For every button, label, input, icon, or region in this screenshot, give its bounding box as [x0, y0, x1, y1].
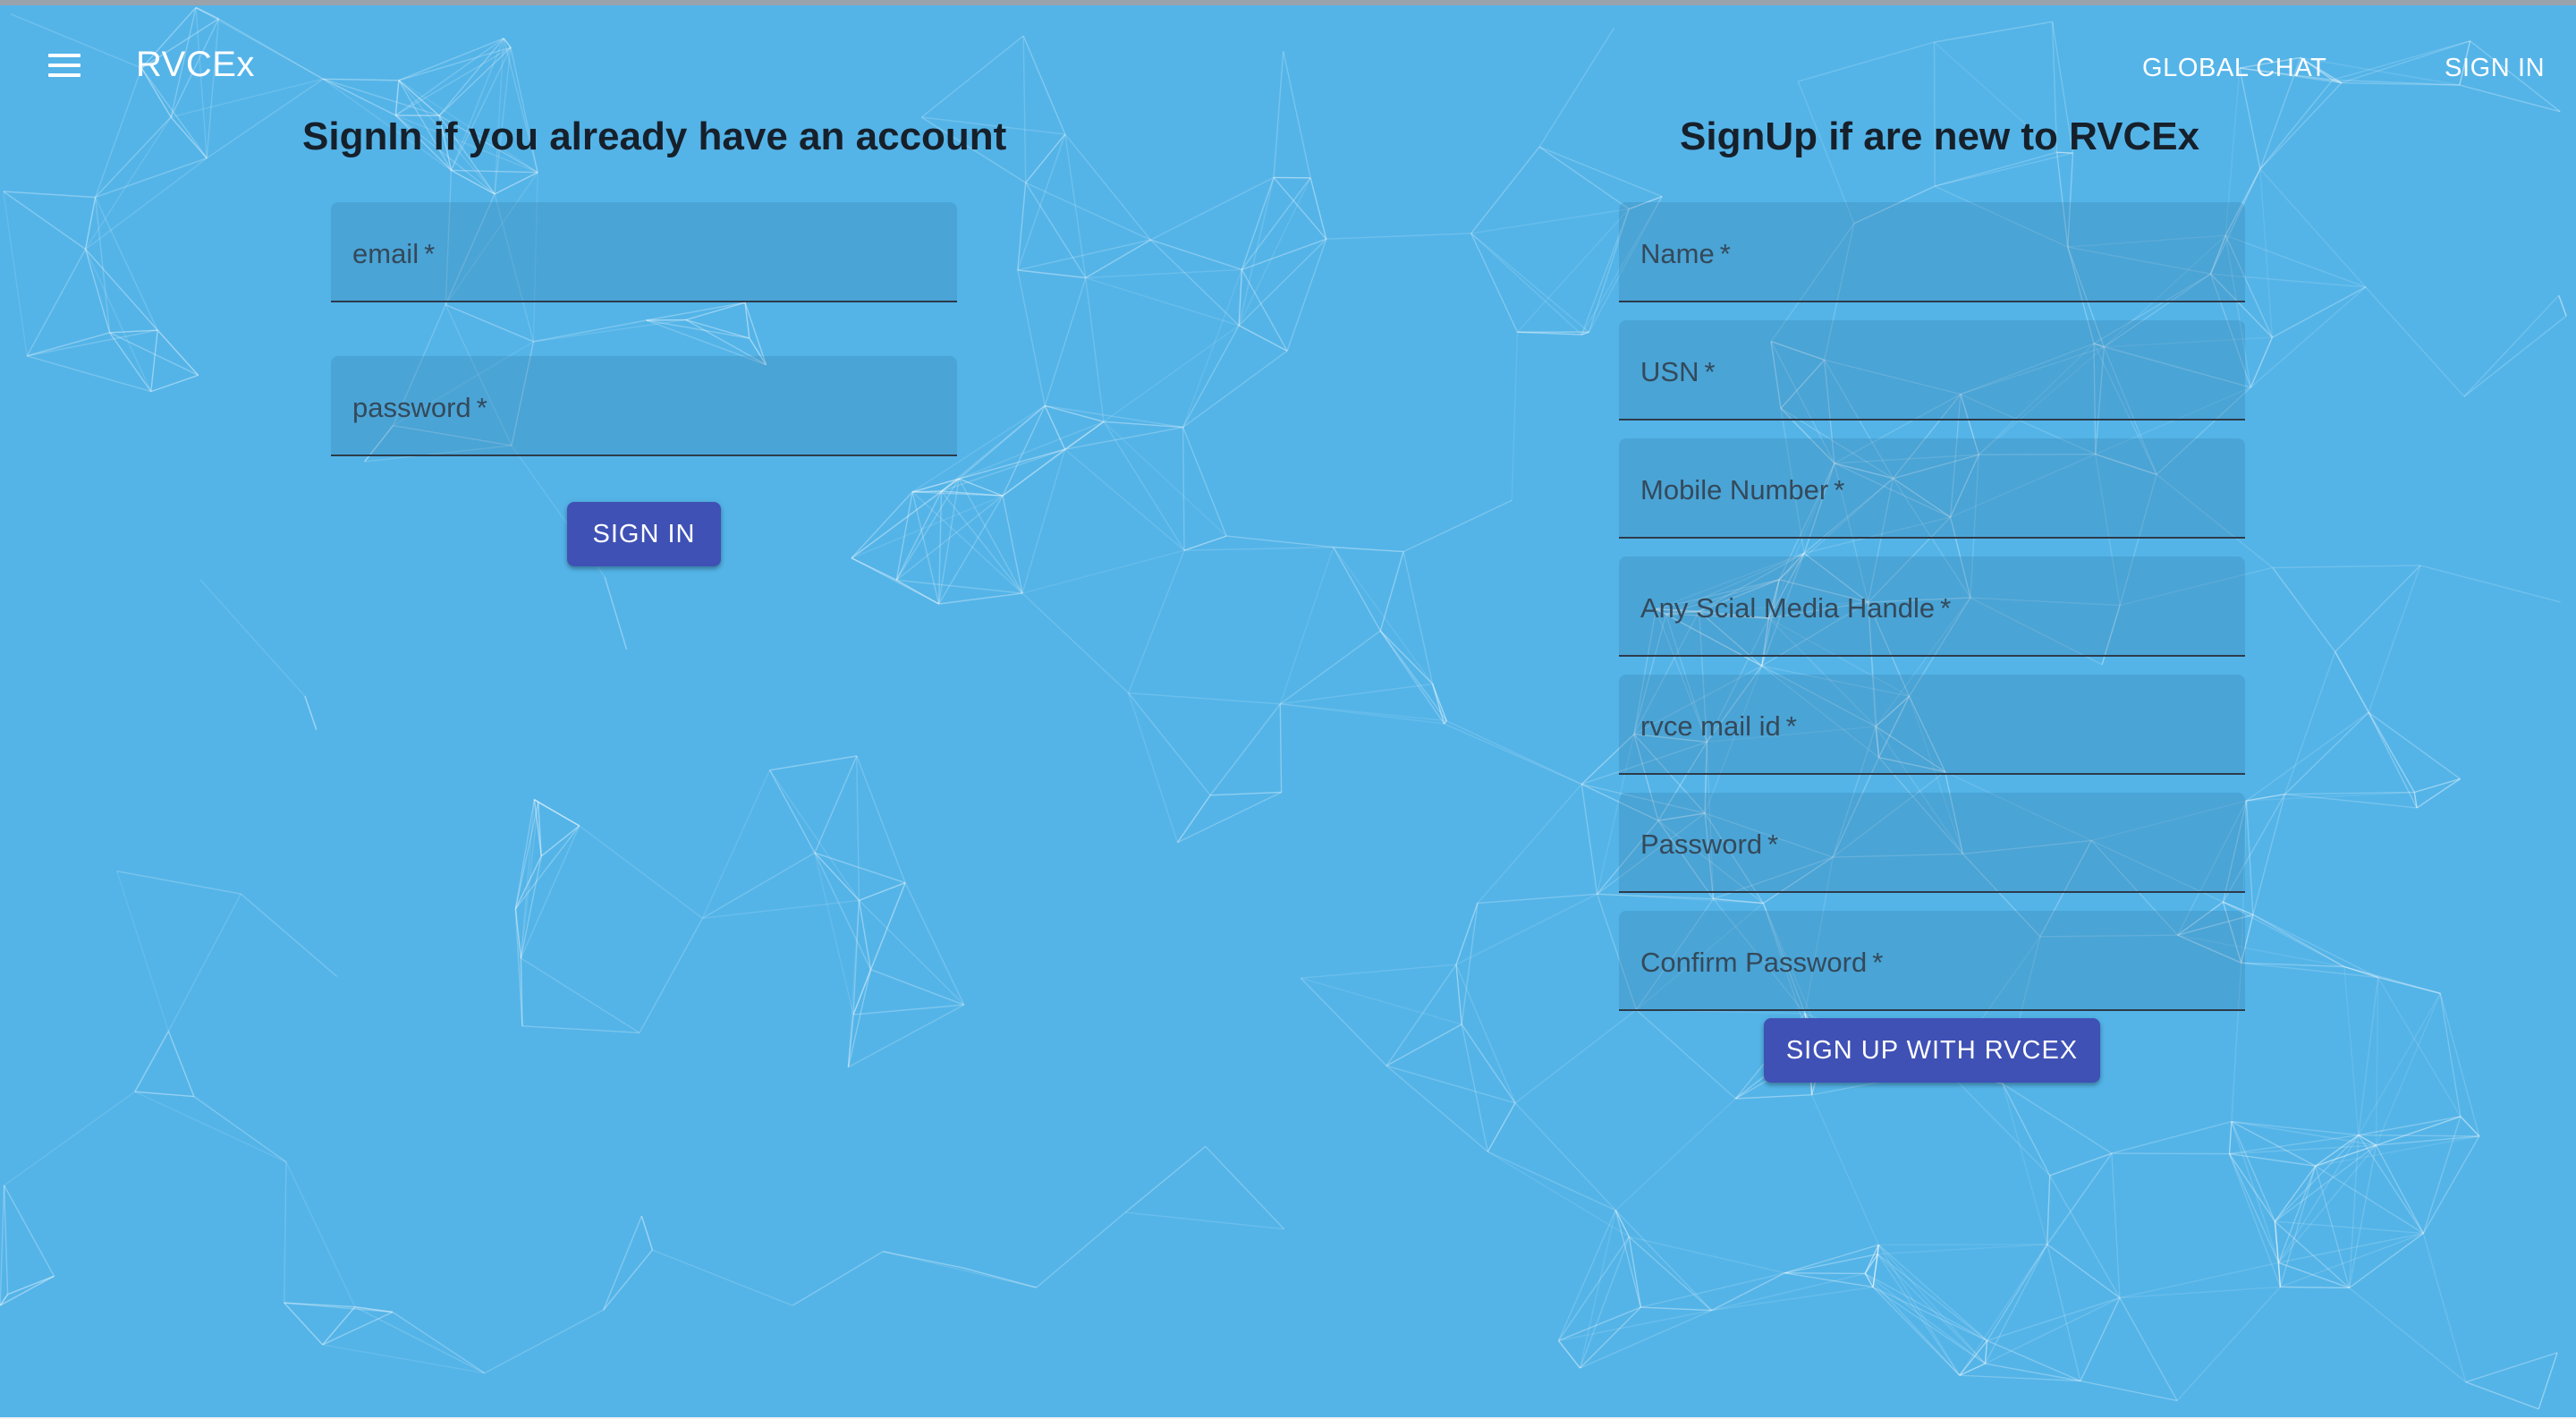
password-field[interactable]: password *	[331, 356, 957, 456]
rvce-mail-field[interactable]: rvce mail id *	[1619, 675, 2245, 775]
email-field[interactable]: email *	[331, 202, 957, 302]
usn-label: USN *	[1640, 356, 1716, 387]
page: RVCEx GLOBAL CHAT SIGN IN SignIn if you …	[0, 0, 2576, 1419]
mobile-number-label: Mobile Number *	[1640, 474, 1845, 506]
app-title[interactable]: RVCEx	[136, 45, 255, 85]
global-chat-link[interactable]: GLOBAL CHAT	[2142, 54, 2326, 83]
usn-field[interactable]: USN *	[1619, 320, 2245, 421]
social-media-handle-field[interactable]: Any Scial Media Handle *	[1619, 557, 2245, 657]
password-label: password *	[352, 392, 487, 423]
sign-in-button[interactable]: SIGN IN	[567, 502, 721, 566]
confirm-password-field[interactable]: Confirm Password *	[1619, 911, 2245, 1011]
hamburger-menu-icon[interactable]	[47, 52, 82, 79]
rvce-mail-label: rvce mail id *	[1640, 710, 1797, 742]
app-bar: RVCEx GLOBAL CHAT SIGN IN	[0, 5, 2576, 122]
sign-up-button[interactable]: SIGN UP WITH RVCEX	[1764, 1018, 2100, 1083]
signin-heading: SignIn if you already have an account	[302, 115, 1007, 158]
nav-sign-in-link[interactable]: SIGN IN	[2445, 54, 2545, 83]
name-label: Name *	[1640, 238, 1731, 269]
background-stage: RVCEx GLOBAL CHAT SIGN IN SignIn if you …	[0, 5, 2576, 1417]
email-label: email *	[352, 238, 436, 269]
signup-heading: SignUp if are new to RVCEx	[1680, 115, 2200, 158]
social-media-handle-label: Any Scial Media Handle *	[1640, 592, 1952, 624]
signup-password-field[interactable]: Password *	[1619, 793, 2245, 893]
name-field[interactable]: Name *	[1619, 202, 2245, 302]
mobile-number-field[interactable]: Mobile Number *	[1619, 438, 2245, 539]
confirm-password-label: Confirm Password *	[1640, 947, 1884, 978]
signup-password-label: Password *	[1640, 828, 1779, 860]
